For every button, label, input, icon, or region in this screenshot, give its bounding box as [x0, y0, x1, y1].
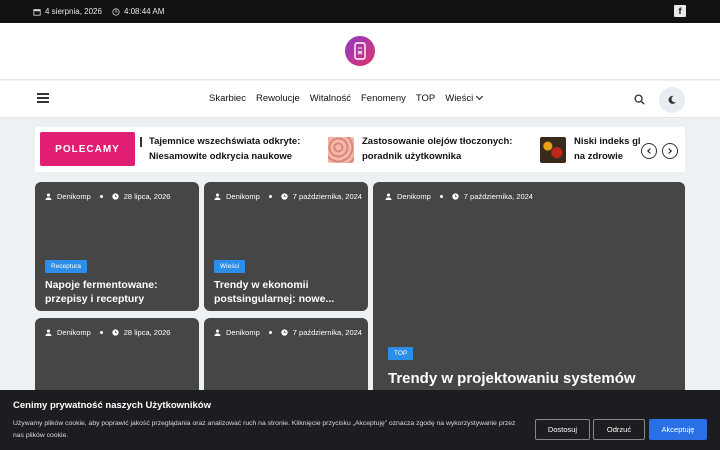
clock-icon [112, 193, 119, 200]
site-header [0, 23, 720, 80]
article-meta: Denikomp 7 października, 2024 [214, 328, 362, 337]
dark-mode-toggle[interactable] [659, 87, 685, 113]
nav-item-fenomeny[interactable]: Fenomeny [361, 93, 406, 104]
ticker-prev-button[interactable] [641, 143, 657, 159]
calendar-icon [33, 8, 41, 16]
time-display: 4:08:44 AM [112, 7, 164, 16]
nav-item-witalnosc[interactable]: Witalność [310, 93, 351, 104]
ticker-thumbnail [328, 137, 354, 163]
ticker-item-title-line2: na zdrowie [574, 151, 624, 162]
nav-item-rewolucje[interactable]: Rewolucje [256, 93, 300, 104]
article-title[interactable]: Napoje fermentowane: przepisy i receptur… [45, 278, 195, 306]
nav-item-skarbiec[interactable]: Skarbiec [209, 93, 246, 104]
article-title[interactable]: Trendy w ekonomii postsingularnej: nowe.… [214, 278, 364, 306]
ticker-item-title-line2: poradnik użytkownika [362, 151, 462, 162]
article-card[interactable]: Denikomp 7 października, 2024 Wieści Tre… [204, 182, 368, 311]
facebook-icon[interactable]: f [674, 5, 686, 17]
meta-separator [268, 331, 272, 334]
chevron-left-icon [647, 148, 653, 154]
recommended-ticker: POLECAMY Tajemnice wszechświata odkryte:… [35, 127, 685, 172]
article-date: 28 lipca, 2026 [123, 328, 171, 337]
moon-icon [668, 95, 676, 104]
category-badge[interactable]: TOP [388, 347, 414, 360]
article-date: 7 października, 2024 [292, 328, 362, 337]
user-icon [45, 329, 52, 336]
time-text: 4:08:44 AM [123, 7, 165, 16]
article-title-line1: Trendy w projektowaniu systemów [388, 370, 636, 387]
chevron-down-icon [476, 92, 484, 101]
category-badge[interactable]: Wieści [214, 260, 246, 273]
user-icon [45, 193, 52, 200]
search-icon[interactable] [634, 94, 645, 105]
main-nav: Skarbiec Rewolucje Witalność Fenomeny TO… [0, 81, 720, 118]
meta-separator [439, 195, 443, 198]
meta-separator [99, 195, 103, 198]
ticker-item-title-line1: Tajemnice wszechświata odkryte: [149, 136, 301, 147]
clock-icon [281, 193, 288, 200]
article-meta: Denikomp 7 października, 2024 [214, 192, 362, 201]
article-author[interactable]: Denikomp [226, 328, 260, 337]
meta-separator [99, 331, 103, 334]
ticker-item-title-line2: Niesamowite odkrycia naukowe [149, 151, 293, 162]
article-meta: Denikomp 28 lipca, 2026 [45, 192, 170, 201]
article-date: 28 lipca, 2026 [123, 192, 171, 201]
meta-separator [268, 195, 272, 198]
ticker-thumbnail [540, 137, 566, 163]
user-icon [385, 193, 392, 200]
ticker-item[interactable]: Tajemnice wszechświata odkryte: Niesamow… [149, 134, 300, 164]
customize-button[interactable]: Dostosuj [535, 419, 590, 440]
article-card[interactable]: Denikomp 28 lipca, 2026 Receptura Napoje… [35, 182, 199, 311]
clock-icon [281, 329, 288, 336]
recommended-label: POLECAMY [40, 132, 135, 166]
ticker-item-title-line1: Zastosowanie olejów tłoczonych: [362, 136, 513, 147]
ticker-item[interactable]: Niski indeks gl na zdrowie [540, 134, 640, 164]
cookie-consent-banner: Cenimy prywatność naszych Użytkowników U… [0, 390, 720, 450]
article-title-line1: Napoje fermentowane: [45, 279, 158, 291]
article-title[interactable]: Trendy w projektowaniu systemów [388, 369, 678, 389]
article-date: 7 października, 2024 [463, 192, 533, 201]
ticker-divider [140, 137, 142, 147]
site-logo[interactable] [345, 36, 375, 66]
ticker-item-title-line1: Niski indeks gl [574, 136, 640, 147]
article-title-line2: postsingularnej: nowe... [214, 293, 335, 305]
ticker-next-button[interactable] [662, 143, 678, 159]
nav-item-top[interactable]: TOP [416, 93, 435, 104]
article-author[interactable]: Denikomp [397, 192, 431, 201]
reject-button[interactable]: Odrzuć [593, 419, 645, 440]
article-title-line1: Trendy w ekonomii [214, 279, 309, 291]
nav-item-wiesci[interactable]: Wieści [445, 92, 484, 104]
top-bar: 4 sierpnia, 2026 4:08:44 AM f [0, 0, 720, 23]
article-author[interactable]: Denikomp [57, 328, 91, 337]
article-date: 7 października, 2024 [292, 192, 362, 201]
user-icon [214, 329, 221, 336]
article-author[interactable]: Denikomp [226, 192, 260, 201]
ticker-item[interactable]: Zastosowanie olejów tłoczonych: poradnik… [328, 134, 512, 164]
article-meta: Denikomp 28 lipca, 2026 [45, 328, 170, 337]
logo-icon [354, 42, 366, 60]
nav-menu: Skarbiec Rewolucje Witalność Fenomeny TO… [209, 92, 484, 104]
clock-icon [112, 7, 120, 16]
cookie-heading: Cenimy prywatność naszych Użytkowników [13, 400, 211, 411]
accept-button[interactable]: Akceptuję [649, 419, 707, 440]
clock-icon [112, 329, 119, 336]
user-icon [214, 193, 221, 200]
clock-icon [452, 193, 459, 200]
nav-item-wiesci-label: Wieści [445, 93, 474, 104]
cookie-text: Używamy plików cookie, aby poprawić jako… [13, 420, 516, 439]
date-display: 4 sierpnia, 2026 [33, 7, 102, 16]
article-title-line2: przepisy i receptury [45, 293, 145, 305]
date-text: 4 sierpnia, 2026 [45, 7, 102, 16]
featured-article-card[interactable]: Denikomp 7 października, 2024 TOP Trendy… [373, 182, 685, 412]
category-badge[interactable]: Receptura [45, 260, 87, 273]
article-meta: Denikomp 7 października, 2024 [385, 192, 533, 201]
article-author[interactable]: Denikomp [57, 192, 91, 201]
chevron-right-icon [666, 148, 672, 154]
menu-icon[interactable] [37, 93, 49, 103]
